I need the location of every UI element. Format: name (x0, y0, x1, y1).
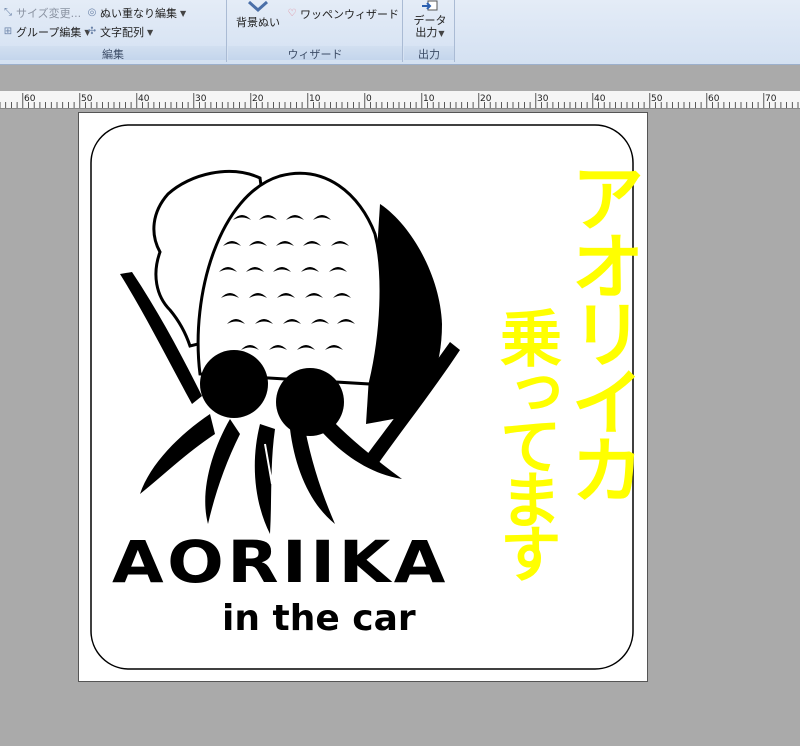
group-edit-label: グループ編集 (16, 26, 82, 39)
group-edit-button[interactable]: ⊞ グループ編集 ▼ (2, 24, 91, 40)
data-output-icon (422, 0, 438, 11)
ruler-label: 30 (537, 94, 549, 104)
ruler-label: 40 (594, 94, 606, 104)
ruler-label: 70 (765, 94, 777, 104)
patch-wizard-label: ワッペンウィザード (300, 8, 399, 21)
chevron-down-icon: ▼ (438, 29, 445, 38)
output-group: データ 出力▼ 出力 (404, 0, 455, 62)
output-group-label: 出力 (404, 46, 454, 61)
ruler-label: 50 (81, 94, 93, 104)
toolbar-spacer (0, 65, 800, 91)
ruler-label: 60 (24, 94, 36, 104)
wizard-group: 背景ぬい ♡ ワッペンウィザード ウィザード (228, 0, 403, 62)
background-stitch-button[interactable]: 背景ぬい (232, 0, 284, 29)
ribbon: ⤡ サイズ変更... ⊞ グループ編集 ▼ ◎ ぬい重なり編集 ▼ ✣ 文字配列… (0, 0, 800, 65)
edit-group-label: 編集 (0, 46, 226, 61)
background-stitch-icon (248, 0, 268, 13)
text-layout-button[interactable]: ✣ 文字配列 ▼ (86, 24, 153, 40)
stitch-overlap-button[interactable]: ◎ ぬい重なり編集 ▼ (86, 5, 187, 21)
horizontal-ruler[interactable]: 60 50 40 30 20 10 0 10 20 30 40 50 60 70 (0, 91, 800, 109)
data-output-button[interactable]: データ 出力▼ (408, 0, 452, 40)
ruler-label: 40 (138, 94, 150, 104)
edit-group: ⤡ サイズ変更... ⊞ グループ編集 ▼ ◎ ぬい重なり編集 ▼ ✣ 文字配列… (0, 0, 227, 62)
ruler-label: 10 (423, 94, 435, 104)
wizard-group-label: ウィザード (228, 46, 402, 61)
design-title[interactable]: AORIIKA (112, 528, 526, 596)
ruler-label: 20 (252, 94, 264, 104)
chevron-down-icon: ▼ (147, 27, 154, 37)
ruler-label: 20 (480, 94, 492, 104)
stitch-overlap-label: ぬい重なり編集 (100, 7, 177, 20)
vertical-text-line-2[interactable]: 乗ってます (480, 306, 570, 576)
heart-icon: ♡ (287, 8, 297, 19)
chevron-down-icon: ▼ (180, 8, 187, 18)
ruler-ticks: 60 50 40 30 20 10 0 10 20 30 40 50 60 70 (0, 93, 799, 108)
squid-eye-left (200, 350, 268, 418)
text-layout-label: 文字配列 (100, 26, 144, 39)
overlap-icon: ◎ (87, 7, 97, 18)
design-subtitle[interactable]: in the car (222, 598, 416, 639)
resize-button[interactable]: ⤡ サイズ変更... (2, 5, 81, 21)
ruler-label: 50 (651, 94, 663, 104)
group-icon: ⊞ (3, 26, 13, 37)
text-layout-icon: ✣ (87, 26, 97, 37)
resize-icon: ⤡ (4, 7, 12, 18)
ruler-label: 10 (309, 94, 321, 104)
data-output-label-2: 出力 (415, 26, 438, 39)
ruler-label: 30 (195, 94, 207, 104)
ruler-label: 60 (708, 94, 720, 104)
patch-wizard-button[interactable]: ♡ ワッペンウィザード (286, 6, 399, 22)
resize-label: サイズ変更... (16, 7, 82, 20)
background-stitch-label: 背景ぬい (236, 16, 280, 29)
ruler-label: 0 (366, 94, 372, 104)
